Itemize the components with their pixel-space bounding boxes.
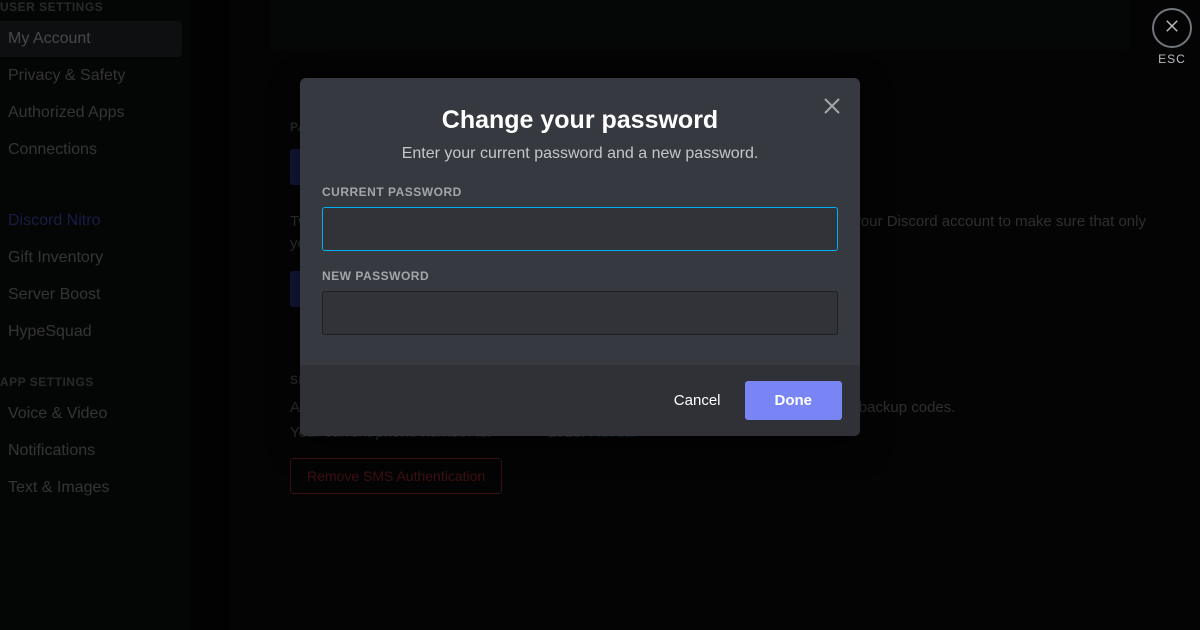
done-button[interactable]: Done bbox=[745, 381, 843, 420]
new-password-field: NEW PASSWORD bbox=[322, 269, 838, 335]
esc-label: ESC bbox=[1150, 52, 1194, 66]
current-password-label: CURRENT PASSWORD bbox=[322, 185, 838, 199]
new-password-input[interactable] bbox=[322, 291, 838, 335]
current-password-field: CURRENT PASSWORD bbox=[322, 185, 838, 251]
modal-close-button[interactable] bbox=[820, 94, 844, 118]
esc-close: ESC bbox=[1150, 8, 1194, 66]
modal-footer: Cancel Done bbox=[300, 365, 860, 436]
modal-title: Change your password bbox=[320, 106, 840, 135]
modal-subtitle: Enter your current password and a new pa… bbox=[320, 145, 840, 163]
current-password-input[interactable] bbox=[322, 207, 838, 251]
close-icon bbox=[1163, 17, 1181, 40]
close-icon bbox=[820, 105, 844, 122]
new-password-label: NEW PASSWORD bbox=[322, 269, 838, 283]
close-settings-button[interactable] bbox=[1152, 8, 1192, 48]
change-password-modal: Change your password Enter your current … bbox=[300, 78, 860, 436]
cancel-button[interactable]: Cancel bbox=[674, 392, 721, 409]
